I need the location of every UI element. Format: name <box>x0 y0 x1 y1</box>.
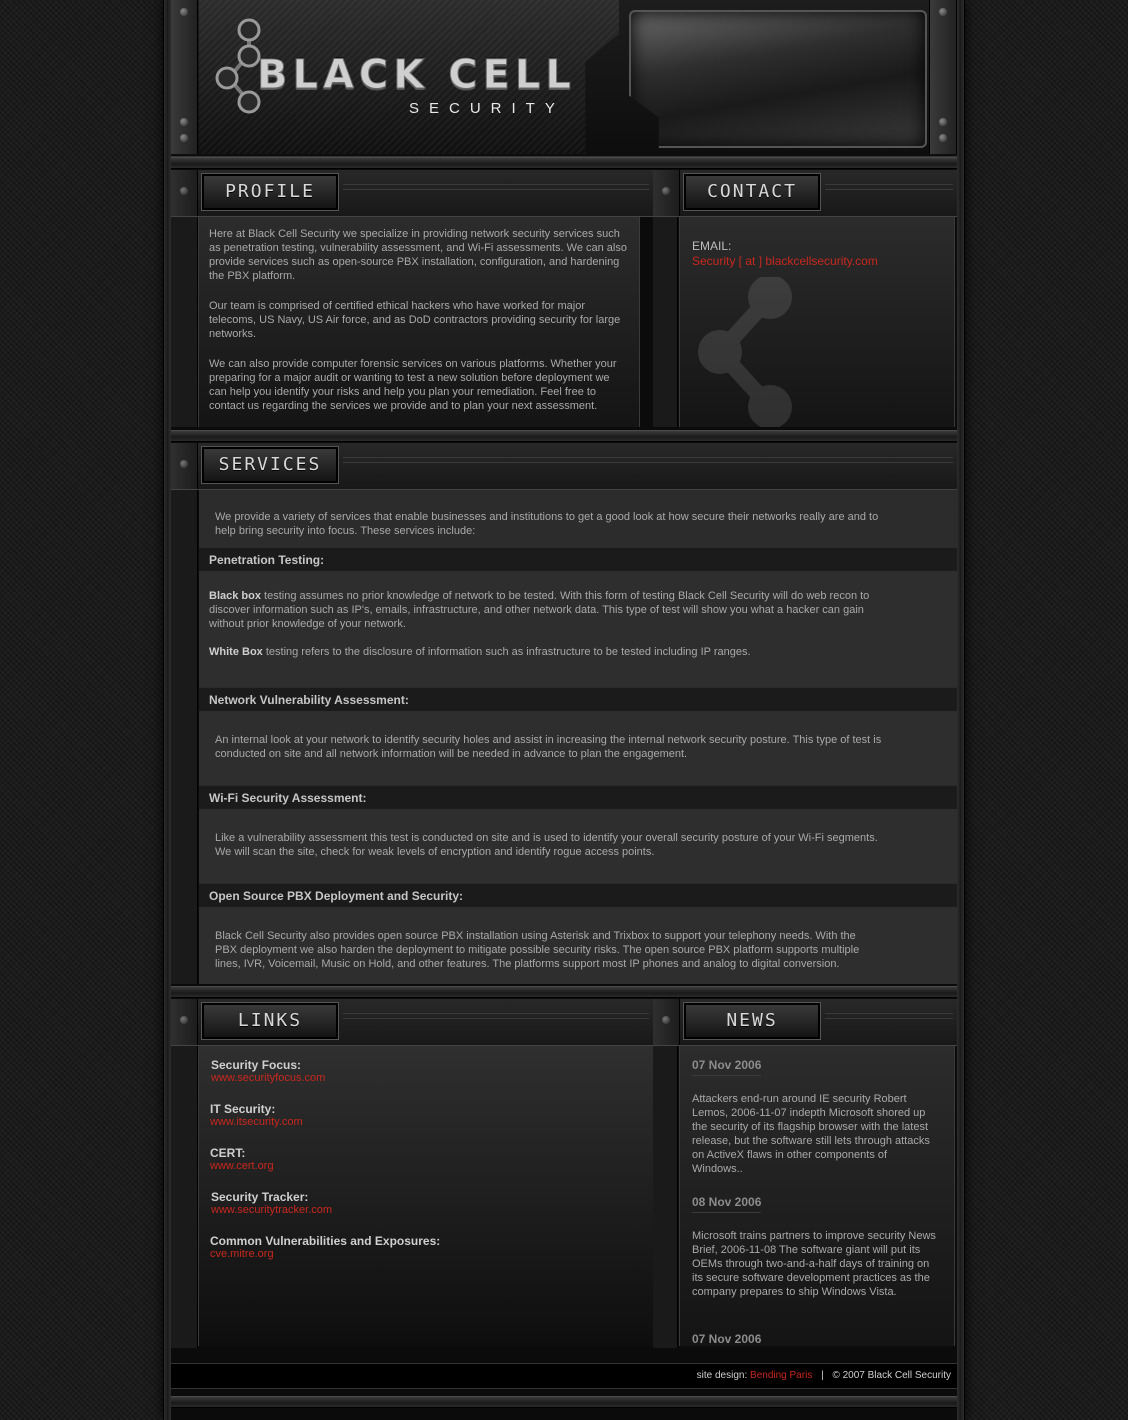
site-header: BLACK CELL SECURITY <box>171 0 957 157</box>
contact-heading: CONTACT <box>683 173 821 211</box>
profile-heading: PROFILE <box>201 173 339 211</box>
section-nub <box>653 170 680 216</box>
blackbox-paragraph: Black box testing assumes no prior knowl… <box>209 589 887 631</box>
profile-paragraph: Here at Black Cell Security we specializ… <box>209 228 627 282</box>
news-gutter <box>653 1046 678 1348</box>
rivet-icon <box>939 8 947 16</box>
logo-title: BLACK CELL <box>257 52 576 99</box>
footer-design-label: site design: <box>696 1370 748 1381</box>
footer-copyright: © 2007 Black Cell Security <box>832 1370 951 1381</box>
link-title: IT Security: <box>210 1102 276 1116</box>
contact-gutter <box>653 217 678 427</box>
designer-link[interactable]: Bending Paris <box>750 1370 812 1381</box>
right-rail <box>957 0 964 1420</box>
section-nub <box>653 999 680 1045</box>
link-title: Common Vulnerabilities and Exposures: <box>210 1234 441 1248</box>
link-item: IT Security: www.itsecurity.com <box>210 1102 303 1128</box>
divider <box>343 1013 649 1019</box>
header-separator <box>171 157 957 169</box>
header-cap-right <box>929 0 957 154</box>
link-url[interactable]: www.securityfocus.com <box>211 1072 325 1084</box>
news-item: 08 Nov 2006 Microsoft trains partners to… <box>692 1195 938 1299</box>
whitebox-label: White Box <box>209 646 263 658</box>
link-item: CERT: www.cert.org <box>210 1146 274 1172</box>
services-heading-bar: SERVICES <box>171 443 957 490</box>
profile-paragraph: We can also provide computer forensic se… <box>209 358 617 412</box>
molecule-watermark-icon <box>698 277 792 427</box>
divider <box>825 1013 953 1019</box>
link-url[interactable]: cve.mitre.org <box>210 1248 274 1260</box>
news-text: Microsoft trains partners to improve sec… <box>692 1230 936 1298</box>
profile-panel: Here at Black Cell Security we specializ… <box>198 217 640 427</box>
profile-paragraph: Our team is comprised of certified ethic… <box>209 300 621 340</box>
service-body-pentest: Black box testing assumes no prior knowl… <box>199 571 957 687</box>
section-nub <box>171 170 198 216</box>
news-date: 08 Nov 2006 <box>692 1195 762 1213</box>
rivet-icon <box>180 8 188 16</box>
email-link[interactable]: Security [ at ] blackcellsecurity.com <box>692 254 878 268</box>
whitebox-paragraph: White Box testing refers to the disclosu… <box>209 645 887 659</box>
whitebox-text: testing refers to the disclosure of info… <box>262 646 751 658</box>
left-rail <box>164 0 171 1420</box>
link-item: Security Tracker: www.securitytracker.co… <box>211 1190 332 1216</box>
page-shell: BLACK CELL SECURITY PROFILE CONTACT Here… <box>164 0 964 1420</box>
services-heading: SERVICES <box>201 446 339 484</box>
service-title-pentest: Penetration Testing: <box>199 547 957 571</box>
divider <box>343 184 649 190</box>
link-title: CERT: <box>210 1146 246 1160</box>
links-panel: Security Focus: www.securityfocus.com IT… <box>198 1046 654 1346</box>
link-url[interactable]: www.itsecurity.com <box>210 1116 303 1128</box>
service-title-pbx: Open Source PBX Deployment and Security: <box>199 883 957 907</box>
logo[interactable]: BLACK CELL SECURITY <box>199 0 619 154</box>
section-nub <box>171 999 198 1045</box>
link-title: Security Focus: <box>211 1058 302 1072</box>
service-body-pbx: Black Cell Security also provides open s… <box>199 907 957 984</box>
link-item: Security Focus: www.securityfocus.com <box>211 1058 325 1084</box>
service-title-wifi: Wi-Fi Security Assessment: <box>199 785 957 809</box>
divider <box>825 184 953 190</box>
divider <box>343 457 953 463</box>
section-nub <box>171 443 198 489</box>
footer-separator: | <box>821 1370 824 1381</box>
service-body-wifi: Like a vulnerability assessment this tes… <box>199 809 957 883</box>
profile-gutter <box>171 217 198 427</box>
news-heading: NEWS <box>683 1002 821 1040</box>
news-heading-bar: NEWS <box>653 999 957 1046</box>
service-body-vuln: An internal look at your network to iden… <box>199 711 957 785</box>
links-gutter <box>171 1046 198 1348</box>
news-date: 07 Nov 2006 <box>692 1058 762 1076</box>
footer-separator-bar <box>171 1396 957 1408</box>
services-intro: We provide a variety of services that en… <box>199 490 957 547</box>
blackbox-label: Black box <box>209 590 261 602</box>
service-title-vuln: Network Vulnerability Assessment: <box>199 687 957 711</box>
blackbox-text: testing assumes no prior knowledge of ne… <box>209 590 870 630</box>
link-item: Common Vulnerabilities and Exposures: cv… <box>210 1234 440 1260</box>
email-label: EMAIL: <box>692 239 732 253</box>
section-separator <box>171 986 957 998</box>
news-item: 07 Nov 2006 Attackers end-run around IE … <box>692 1058 938 1176</box>
link-title: Security Tracker: <box>211 1190 309 1204</box>
rivet-icon <box>180 134 188 142</box>
links-heading-bar: LINKS <box>171 999 653 1046</box>
contact-panel: EMAIL: Security [ at ] blackcellsecurity… <box>679 217 955 427</box>
news-panel: 07 Nov 2006 Attackers end-run around IE … <box>679 1046 955 1346</box>
profile-heading-bar: PROFILE <box>171 170 653 217</box>
contact-heading-bar: CONTACT <box>653 170 957 217</box>
site-footer: site design: Bending Paris | © 2007 Blac… <box>171 1363 957 1389</box>
link-url[interactable]: www.cert.org <box>210 1160 274 1172</box>
header-screen-panel <box>629 10 927 148</box>
link-url[interactable]: www.securitytracker.com <box>211 1204 332 1216</box>
rivet-icon <box>939 134 947 142</box>
rivet-icon <box>939 118 947 126</box>
news-item: 07 Nov 2006 <box>692 1332 938 1346</box>
news-text: Attackers end-run around IE security Rob… <box>692 1093 930 1175</box>
logo-subtitle: SECURITY <box>409 100 565 117</box>
header-cap-left <box>171 0 198 154</box>
news-date: 07 Nov 2006 <box>692 1332 761 1346</box>
services-panel: We provide a variety of services that en… <box>171 490 957 984</box>
links-heading: LINKS <box>201 1002 339 1040</box>
section-separator <box>171 430 957 442</box>
rivet-icon <box>180 118 188 126</box>
